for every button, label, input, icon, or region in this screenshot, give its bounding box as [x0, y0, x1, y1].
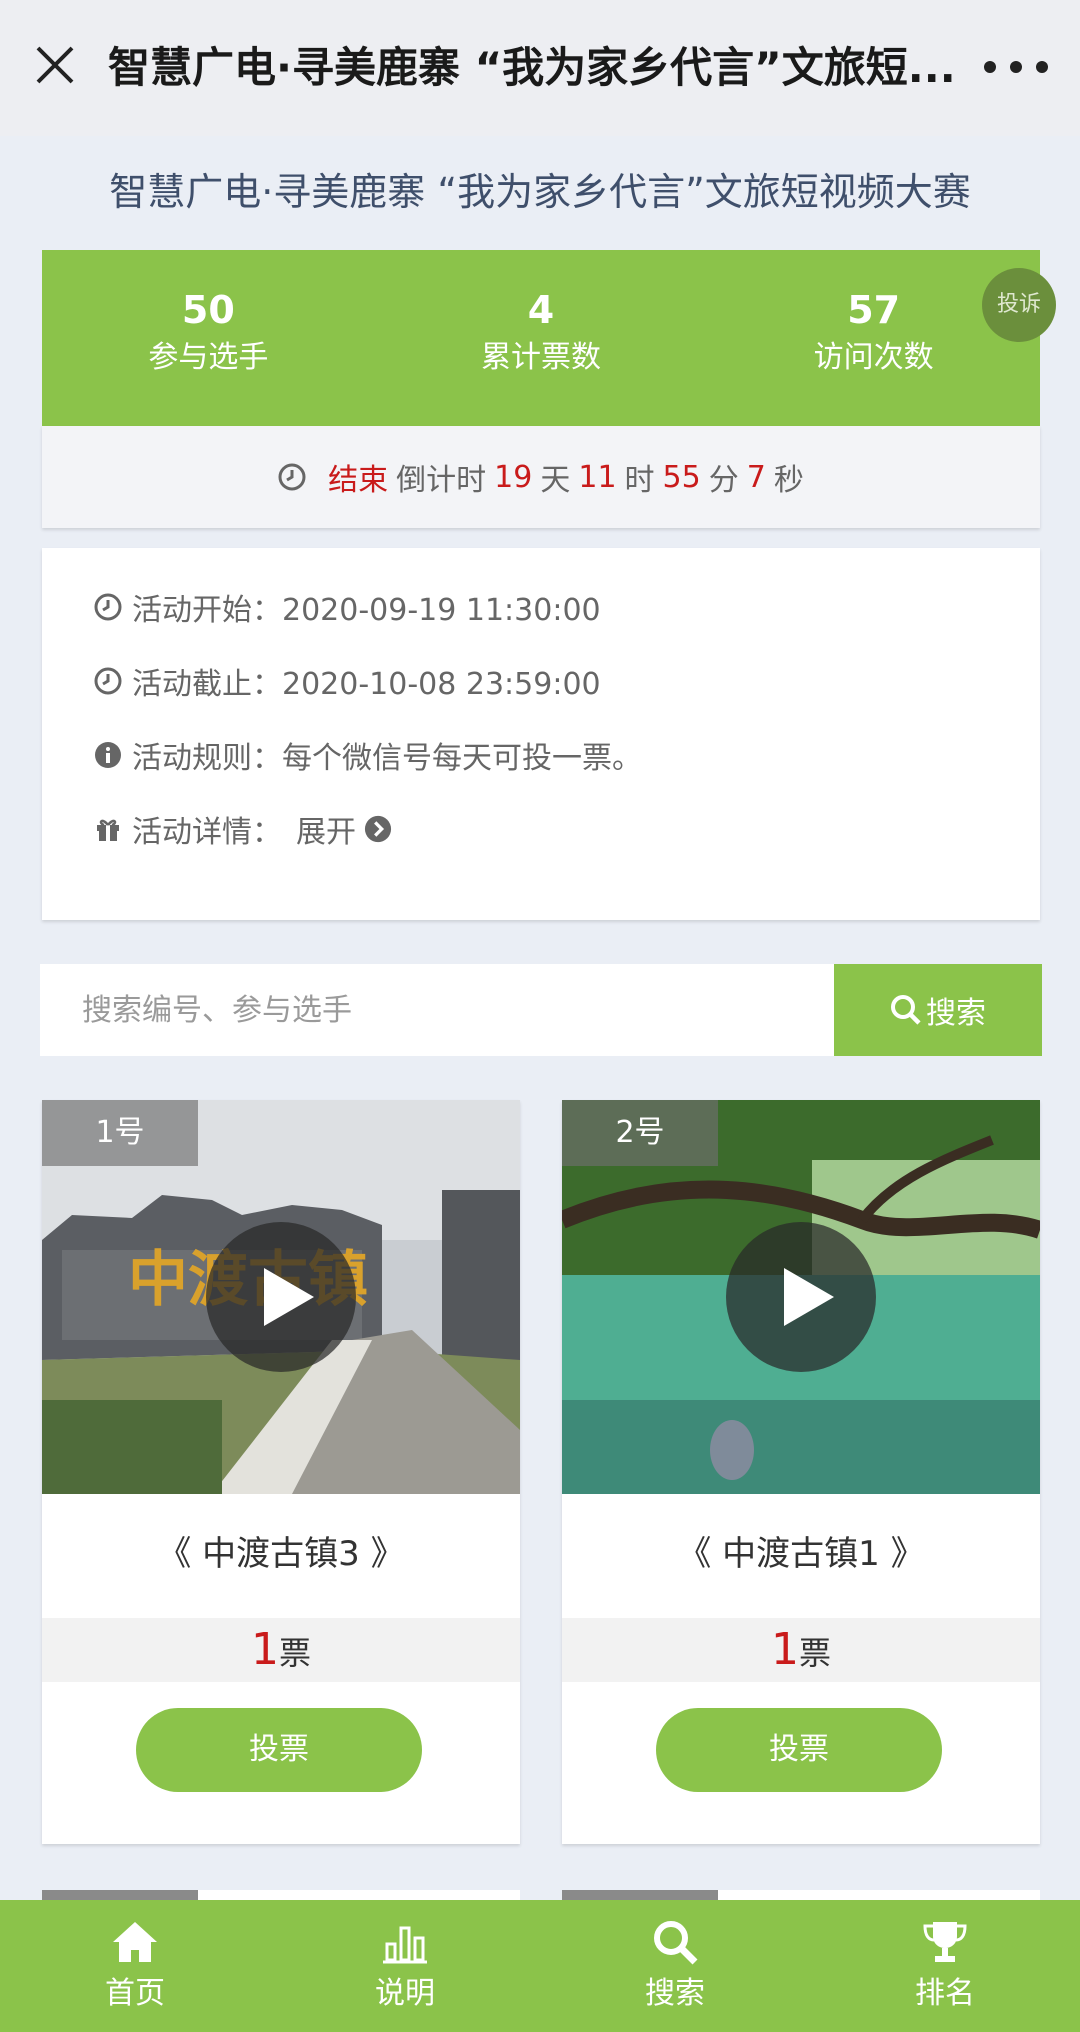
activity-details-label: 活动详情：: [132, 815, 282, 850]
close-icon[interactable]: [30, 40, 80, 90]
countdown-status: 结束: [328, 463, 389, 498]
top-navbar: 智慧广电·寻美鹿寨 “我为家乡代言”文旅短...: [0, 0, 1080, 136]
activity-start-row: 活动开始：2020-09-19 11:30:00: [94, 582, 601, 632]
vote-count: 1: [770, 1624, 799, 1675]
entry-votes: 1票: [562, 1618, 1040, 1682]
chart-icon: [383, 1926, 427, 1964]
clock-icon: [94, 667, 122, 695]
search-button[interactable]: 搜索: [834, 964, 1042, 1056]
video-thumbnail[interactable]: 2号: [562, 1100, 1040, 1494]
activity-details-row[interactable]: 活动详情： 展开: [94, 804, 402, 854]
stat-value: 50: [181, 288, 235, 332]
search-icon: [891, 995, 921, 1025]
expand-link[interactable]: 展开: [296, 807, 356, 851]
activity-info-card: 活动开始：2020-09-19 11:30:00 活动截止：2020-10-08…: [42, 548, 1040, 920]
stat-visits: 57 访问次数: [707, 250, 1040, 426]
video-thumbnail[interactable]: 中渡古镇 1号: [42, 1100, 520, 1494]
countdown-days: 19: [494, 459, 533, 495]
tab-label: 搜索: [645, 1976, 705, 2011]
entry-number-badge: [42, 1890, 198, 1900]
entry-title[interactable]: 《 中渡古镇3 》: [42, 1524, 520, 1584]
vote-unit: 票: [798, 1634, 831, 1672]
gift-icon: [97, 819, 119, 841]
complain-button[interactable]: 投诉: [982, 268, 1056, 342]
vote-button[interactable]: 投票: [656, 1708, 942, 1792]
stat-label: 访问次数: [813, 340, 934, 375]
entry-number-badge: 2号: [562, 1100, 718, 1166]
countdown-seconds-unit: 秒: [773, 463, 804, 498]
countdown-minutes-unit: 分: [708, 463, 739, 498]
chevron-right-icon[interactable]: [364, 815, 392, 843]
entry-number-badge: [562, 1890, 718, 1900]
info-icon: [95, 742, 121, 768]
tab-instructions[interactable]: 说明: [270, 1900, 540, 2032]
entry-title[interactable]: 《 中渡古镇1 》: [562, 1524, 1040, 1584]
more-icon[interactable]: [976, 50, 1056, 84]
tab-search[interactable]: 搜索: [540, 1900, 810, 2032]
trophy-icon: [923, 1922, 967, 1962]
tab-home[interactable]: 首页: [0, 1900, 270, 2032]
stats-panel: 50 参与选手 4 累计票数 57 访问次数: [42, 250, 1040, 426]
countdown-days-unit: 天: [540, 463, 571, 498]
stat-participants: 50 参与选手: [42, 250, 375, 426]
entry-number-badge: 1号: [42, 1100, 198, 1166]
play-icon[interactable]: [206, 1222, 356, 1372]
activity-start-text: 活动开始：2020-09-19 11:30:00: [132, 593, 601, 628]
bottom-tab-bar: 首页 说明 搜索 排名: [0, 1900, 1080, 2032]
search-button-label: 搜索: [926, 996, 986, 1031]
vote-unit: 票: [278, 1634, 311, 1672]
navbar-title: 智慧广电·寻美鹿寨 “我为家乡代言”文旅短...: [108, 43, 956, 92]
activity-end-text: 活动截止：2020-10-08 23:59:00: [132, 667, 601, 702]
stat-total-votes: 4 累计票数: [375, 250, 708, 426]
stat-label: 参与选手: [148, 340, 269, 375]
search-input[interactable]: [40, 964, 834, 1056]
activity-rules-text: 活动规则：每个微信号每天可投一票。: [132, 741, 642, 776]
countdown-hours-unit: 时: [624, 463, 655, 498]
entry-card: 中渡古镇 1号 《 中渡古镇3 》 1票 投票: [42, 1100, 520, 1844]
home-icon: [113, 1922, 157, 1962]
tab-label: 排名: [915, 1976, 975, 2011]
clock-icon: [278, 463, 306, 491]
page-title: 智慧广电·寻美鹿寨 “我为家乡代言”文旅短视频大赛: [109, 170, 971, 214]
countdown-seconds: 7: [746, 459, 766, 495]
activity-rules-row: 活动规则：每个微信号每天可投一票。: [94, 730, 642, 780]
activity-end-row: 活动截止：2020-10-08 23:59:00: [94, 656, 601, 706]
tab-ranking[interactable]: 排名: [810, 1900, 1080, 2032]
countdown-bar: 结束 倒计时 19 天 11 时 55 分 7 秒: [42, 426, 1040, 528]
search-icon: [654, 1921, 698, 1965]
vote-count: 1: [250, 1624, 279, 1675]
vote-button[interactable]: 投票: [136, 1708, 422, 1792]
countdown-hours: 11: [578, 459, 617, 495]
tab-label: 说明: [375, 1976, 435, 2011]
clock-icon: [94, 593, 122, 621]
stat-label: 累计票数: [481, 340, 601, 375]
entry-votes: 1票: [42, 1618, 520, 1682]
countdown-minutes: 55: [662, 459, 701, 495]
play-icon[interactable]: [726, 1222, 876, 1372]
stat-value: 4: [527, 288, 555, 332]
countdown-prefix: 倒计时: [396, 463, 487, 498]
tab-label: 首页: [105, 1976, 165, 2011]
entry-card: 2号 《 中渡古镇1 》 1票 投票: [562, 1100, 1040, 1844]
